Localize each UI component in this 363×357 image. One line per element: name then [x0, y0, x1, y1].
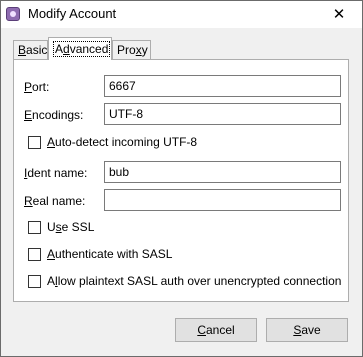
tab-proxy[interactable]: Proxy	[112, 40, 151, 59]
advanced-panel: Port: Encodings: Auto-detect incoming UT…	[13, 59, 349, 302]
cancel-button-rest: ancel	[205, 323, 235, 337]
title-bar[interactable]: Modify Account ✕	[1, 1, 362, 28]
autodetect-utf8-label: Auto-detect incoming UTF-8	[47, 135, 197, 149]
use-ssl-label-rest: e SSL	[61, 220, 95, 234]
plaintext-sasl-label: Allow plaintext SASL auth over unencrypt…	[47, 274, 341, 288]
tab-advanced[interactable]: Advanced	[48, 37, 112, 60]
autodetect-utf8-label-mnemonic: A	[47, 135, 56, 149]
tab-proxy-label-prefix: Pro	[117, 43, 136, 57]
autodetect-utf8-label-rest: uto-detect incoming UTF-8	[55, 135, 198, 149]
real-name-input[interactable]	[104, 189, 341, 211]
real-name-label-mnemonic: R	[24, 194, 33, 208]
plaintext-sasl-label-rest: low plaintext SASL auth over unencrypted…	[57, 274, 342, 288]
window-title: Modify Account	[28, 6, 117, 21]
tab-advanced-label-rest: vanced	[69, 42, 109, 56]
save-button-rest: ave	[301, 323, 321, 337]
sasl-label-mnemonic: A	[47, 247, 56, 261]
close-icon[interactable]: ✕	[316, 1, 362, 28]
use-ssl-label: Use SSL	[47, 220, 94, 234]
real-name-label: Real name:	[24, 194, 85, 208]
ident-name-label: Ident name:	[24, 166, 87, 180]
app-icon	[6, 7, 20, 21]
encodings-label: Encodings:	[24, 108, 83, 122]
cancel-button-mnemonic: C	[197, 323, 206, 337]
tab-proxy-label-rest: y	[141, 43, 148, 57]
encodings-label-rest: ncodings:	[32, 108, 84, 122]
ident-name-input[interactable]	[104, 161, 341, 183]
real-name-label-rest: eal name:	[32, 194, 86, 208]
tab-advanced-label-mnemonic: d	[63, 42, 70, 56]
encodings-input[interactable]	[104, 103, 341, 125]
sasl-checkbox[interactable]	[28, 248, 41, 261]
tab-basic[interactable]: Basic	[13, 40, 48, 59]
plaintext-sasl-label-prefix: A	[47, 274, 56, 288]
sasl-label-rest: uthenticate with SASL	[55, 247, 173, 261]
use-ssl-label-prefix: U	[47, 220, 56, 234]
tab-advanced-focus: Advanced	[53, 41, 111, 57]
port-label-mnemonic: P	[24, 80, 33, 94]
autodetect-utf8-checkbox[interactable]	[28, 136, 41, 149]
modify-account-dialog: Modify Account ✕ Basic Advanced Proxy Po…	[0, 0, 363, 357]
plaintext-sasl-checkbox[interactable]	[28, 275, 41, 288]
port-label: Port:	[24, 80, 49, 94]
port-label-rest: ort:	[32, 80, 50, 94]
port-input[interactable]	[104, 75, 341, 97]
save-button[interactable]: Save	[266, 318, 348, 342]
tab-advanced-label-prefix: A	[55, 42, 64, 56]
tab-basic-label-rest: asic	[26, 43, 48, 57]
tab-basic-label-mnemonic: B	[18, 43, 27, 57]
use-ssl-checkbox[interactable]	[28, 221, 41, 234]
ident-name-label-rest: dent name:	[27, 166, 88, 180]
encodings-label-mnemonic: E	[24, 108, 33, 122]
cancel-button[interactable]: Cancel	[175, 318, 257, 342]
sasl-label: Authenticate with SASL	[47, 247, 172, 261]
